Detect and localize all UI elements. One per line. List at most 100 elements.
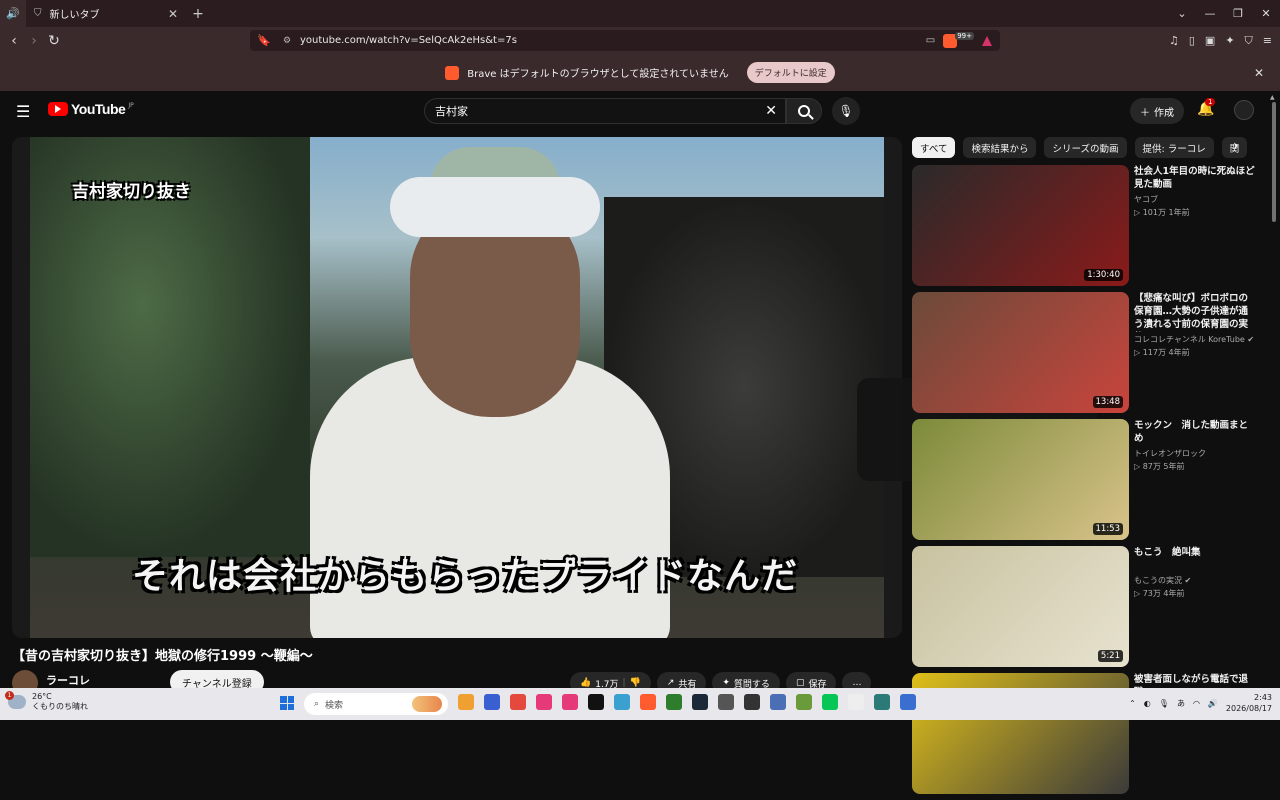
language-icon[interactable]: あ (1177, 698, 1185, 709)
menu-icon[interactable]: ≡ (1263, 34, 1272, 47)
windows-taskbar: 1 26°C くもりのち晴れ ⌕ 検索 ⌃ ◐ 🎙 あ ◠ 🔊 2:43 202… (0, 688, 1280, 720)
omnibox[interactable]: 🔖 ⚙ youtube.com/watch?v=SelQcAk2eHs&t=7s… (250, 30, 1000, 51)
video-duration: 11:53 (1092, 523, 1123, 535)
taskbar-app-icon[interactable] (796, 694, 812, 710)
site-info-icon[interactable]: ⚙ (278, 36, 296, 46)
leo-ai-icon[interactable]: ✦ (1225, 34, 1234, 47)
new-tab-button[interactable]: + (186, 6, 210, 22)
taskbar-app-icon[interactable] (666, 694, 682, 710)
filter-chip[interactable]: シリーズの動画 (1044, 137, 1127, 158)
taskbar-app-icon[interactable] (822, 694, 838, 710)
page-scrollbar[interactable]: ▲ (1270, 94, 1278, 688)
video-thumbnail[interactable]: 11:53 (912, 419, 1129, 540)
taskbar-app-icon[interactable] (510, 694, 526, 710)
windows-start-icon[interactable] (280, 696, 294, 710)
taskbar-app-icon[interactable] (588, 694, 604, 710)
scroll-up-icon[interactable]: ▲ (1270, 94, 1275, 101)
recommendation-channel[interactable]: コレコレチャンネル KoreTube ✔ (1134, 334, 1254, 345)
taskbar-app-icon[interactable] (640, 694, 656, 710)
close-infobar-icon[interactable]: ✕ (1254, 66, 1264, 80)
taskbar-app-icon[interactable] (458, 694, 474, 710)
search-button[interactable] (786, 98, 822, 124)
recommendation-title[interactable]: 社会人1年目の時に死ぬほど見た動画 (1134, 165, 1256, 191)
search-query[interactable]: 吉村家 (435, 103, 468, 119)
notifications-icon[interactable]: 🔔 1 (1197, 98, 1216, 117)
wallet-icon[interactable]: ▣ (1205, 34, 1215, 47)
voice-search-icon[interactable]: 🎙 (832, 97, 860, 125)
wifi-icon[interactable]: ◠ (1193, 699, 1200, 708)
weather-temp: 26°C (32, 692, 52, 701)
create-label: 作成 (1154, 107, 1174, 119)
taskbar-app-icon[interactable] (692, 694, 708, 710)
recommendation-item[interactable]: 5:21 もこう 絶叫集 もこうの実況 ✔ ▷ 73万 4年前 (912, 546, 1257, 673)
taskbar-app-icon[interactable] (614, 694, 630, 710)
chevron-up-icon[interactable]: ⌃ (1129, 699, 1136, 708)
recommendation-channel[interactable]: ヤコブ (1134, 194, 1158, 205)
search-icon (798, 105, 810, 117)
video-thumbnail[interactable]: 1:30:40 (912, 165, 1129, 286)
recommendation-title[interactable]: もこう 絶叫集 (1134, 546, 1256, 559)
recommendation-title[interactable]: モックン 消した動画まとめ (1134, 419, 1256, 445)
url-text[interactable]: youtube.com/watch?v=SelQcAk2eHs&t=7s (296, 35, 926, 46)
clear-search-icon[interactable]: ✕ (765, 103, 777, 119)
taskbar-app-icon[interactable] (848, 694, 864, 710)
vpn-icon[interactable]: ⛉ (1245, 34, 1253, 48)
bookmark-icon[interactable]: 🔖 (250, 34, 278, 47)
clock[interactable]: 2:43 2026/08/17 (1226, 692, 1272, 714)
search-input[interactable]: 吉村家 ✕ (424, 98, 786, 124)
taskbar-app-icon[interactable] (744, 694, 760, 710)
audio-indicator-icon[interactable]: 🔊 (0, 0, 26, 27)
minimize-button[interactable]: — (1196, 0, 1224, 27)
youtube-logo[interactable]: YouTube JP (48, 101, 134, 117)
brave-rewards-icon[interactable] (982, 35, 992, 46)
taskbar-app-icon[interactable] (536, 694, 552, 710)
maximize-button[interactable]: ❐ (1224, 0, 1252, 27)
media-icon[interactable]: ♫ (1169, 34, 1179, 47)
recommendation-channel[interactable]: トイレオンザロック (1134, 448, 1206, 459)
guide-menu-icon[interactable]: ☰ (16, 102, 30, 121)
chevron-right-icon[interactable]: › (1233, 138, 1239, 154)
filter-chip[interactable]: 提供: ラーコレ (1134, 137, 1214, 158)
set-default-button[interactable]: デフォルトに設定 (746, 62, 835, 83)
volume-icon[interactable]: 🔊 (1208, 699, 1218, 708)
verified-icon: ✔ (1244, 335, 1255, 344)
create-button[interactable]: ＋ 作成 (1130, 98, 1184, 124)
recommendation-meta: ▷ 73万 4年前 (1134, 589, 1185, 598)
browser-tab[interactable]: ⛉ 新しいタブ ✕ (26, 0, 186, 27)
account-avatar[interactable] (1234, 100, 1254, 120)
recommendation-item[interactable]: 13:48 【悲痛な叫び】ボロボロの保育園…大勢の子供達が通う潰れる寸前の保育園の… (912, 292, 1257, 419)
taskbar-app-icon[interactable] (900, 694, 916, 710)
taskbar-app-icon[interactable] (770, 694, 786, 710)
recommendation-channel[interactable]: もこうの実況 ✔ (1134, 575, 1191, 586)
taskbar-search[interactable]: ⌕ 検索 (304, 693, 448, 715)
taskbar-app-icon[interactable] (718, 694, 734, 710)
filter-chip[interactable]: 検索結果から (963, 137, 1037, 158)
video-thumbnail[interactable]: 5:21 (912, 546, 1129, 667)
close-tab-icon[interactable]: ✕ (168, 7, 178, 21)
weather-widget[interactable]: 1 26°C くもりのち晴れ (5, 691, 88, 712)
tab-list-icon[interactable]: ⌄ (1168, 0, 1196, 27)
scrollbar-thumb[interactable] (1272, 102, 1276, 222)
filter-chip[interactable]: すべて (912, 137, 956, 158)
sidebar-icon[interactable]: ▯ (1189, 34, 1195, 47)
dislike-icon[interactable]: 👎 (630, 678, 641, 688)
taskbar-app-icon[interactable] (562, 694, 578, 710)
video-duration: 5:21 (1097, 650, 1123, 662)
cast-icon[interactable]: ▭ (926, 35, 935, 46)
forward-button[interactable]: › (24, 33, 44, 49)
network-icon[interactable]: ◐ (1144, 699, 1151, 708)
recommendation-title[interactable]: 【悲痛な叫び】ボロボロの保育園…大勢の子供達が通う潰れる寸前の保育園の実態に… (1134, 292, 1256, 332)
video-player[interactable]: 吉村家切り抜き それは会社からもらったプライドなんだ (12, 137, 902, 638)
recommendation-item[interactable]: 11:53 モックン 消した動画まとめ トイレオンザロック ▷ 87万 5年前 (912, 419, 1257, 546)
taskbar-app-icon[interactable] (484, 694, 500, 710)
close-window-button[interactable]: ✕ (1252, 0, 1280, 27)
back-button[interactable]: ‹ (4, 33, 24, 49)
reload-button[interactable]: ↻ (44, 33, 64, 49)
taskbar-apps (458, 694, 916, 710)
recommendation-item[interactable]: 1:30:40 社会人1年目の時に死ぬほど見た動画 ヤコブ ▷ 101万 1年前 (912, 165, 1257, 292)
taskbar-app-icon[interactable] (874, 694, 890, 710)
channel-name[interactable]: ラーコレ (46, 672, 90, 688)
video-thumbnail[interactable]: 13:48 (912, 292, 1129, 413)
mic-icon[interactable]: 🎙 (1159, 699, 1169, 708)
video-overlay-label: 吉村家切り抜き (72, 182, 191, 202)
